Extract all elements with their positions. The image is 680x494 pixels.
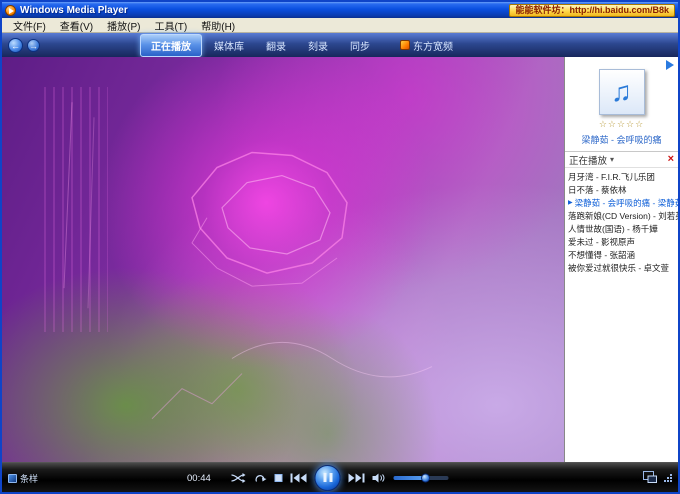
online-store-icon <box>400 40 410 50</box>
playlist-item-label: 不想懂得 - 张韶涵 <box>568 249 635 261</box>
resize-grip[interactable] <box>663 470 673 488</box>
playback-controls <box>232 463 449 492</box>
playlist: 月牙湾 - F.I.R.飞儿乐团 日不落 - 蔡依林 ▶梁静茹 - 会呼吸的痛 … <box>565 168 678 462</box>
playlist-item-current[interactable]: ▶梁静茹 - 会呼吸的痛 - 梁静茹 <box>565 196 678 209</box>
playlist-item-label: 梁静茹 - 会呼吸的痛 - 梁静茹 <box>575 197 678 209</box>
titlebar[interactable]: Windows Media Player 能能软件坊：http://hi.bai… <box>2 2 678 18</box>
music-note-icon: ♫ <box>611 78 632 106</box>
stop-icon <box>275 474 283 482</box>
viz-options-button[interactable]: 条样 <box>8 472 38 485</box>
pause-icon <box>329 473 332 482</box>
playlist-item-label: 爱未过 - 影视原声 <box>568 236 635 248</box>
playlist-header-title[interactable]: 正在播放 <box>569 153 607 167</box>
titlebar-ad-banner[interactable]: 能能软件坊：http://hi.baidu.com/B8k <box>509 4 675 17</box>
menu-bar: 文件(F) 查看(V) 播放(P) 工具(T) 帮助(H) <box>2 18 678 33</box>
wmp-logo-icon <box>5 5 16 16</box>
volume-knob[interactable] <box>421 473 430 482</box>
shuffle-button[interactable] <box>232 473 246 483</box>
playlist-item-label: 人情世故(国语) - 杨千嬅 <box>568 223 658 235</box>
pause-icon <box>323 473 326 482</box>
playlist-item-label: 落跑新娘(CD Version) - 刘若英 <box>568 210 678 222</box>
playlist-item-label: 被你爱过就很快乐 - 卓文萱 <box>568 262 669 274</box>
tab-online-store[interactable]: 东方宽频 <box>390 35 463 56</box>
media-info-arrow-icon[interactable] <box>666 60 674 70</box>
forward-button[interactable]: → <box>27 39 40 52</box>
playlist-item[interactable]: 不想懂得 - 张韶涵 <box>565 248 678 261</box>
tab-burn[interactable]: 刻录 <box>298 35 338 56</box>
chevron-down-icon[interactable]: ▾ <box>610 155 614 164</box>
tab-library[interactable]: 媒体库 <box>204 35 254 56</box>
stop-button[interactable] <box>275 474 283 482</box>
online-store-label: 东方宽频 <box>413 38 453 53</box>
wmp-window: Windows Media Player 能能软件坊：http://hi.bai… <box>0 0 680 494</box>
viz-electric-arcs <box>2 57 564 462</box>
feature-taskbar: ← → 正在播放 媒体库 翻录 刻录 同步 东方宽频 <box>2 33 678 57</box>
repeat-button[interactable] <box>254 473 267 483</box>
playlist-item[interactable]: 月牙湾 - F.I.R.飞儿乐团 <box>565 170 678 183</box>
playlist-item[interactable]: 被你爱过就很快乐 - 卓文萱 <box>565 261 678 274</box>
close-playlist-icon[interactable]: × <box>668 154 674 165</box>
tab-rip[interactable]: 翻录 <box>256 35 296 56</box>
tab-sync[interactable]: 同步 <box>340 35 380 56</box>
menu-help[interactable]: 帮助(H) <box>194 18 242 33</box>
pause-button[interactable] <box>315 465 341 491</box>
window-title: Windows Media Player <box>20 5 128 16</box>
back-button[interactable]: ← <box>8 38 23 53</box>
viz-options-icon <box>8 474 17 483</box>
viz-options-label: 条样 <box>20 472 38 485</box>
menu-view[interactable]: 查看(V) <box>53 18 100 33</box>
mute-button[interactable] <box>373 473 386 483</box>
menu-play[interactable]: 播放(P) <box>100 18 147 33</box>
menu-tools[interactable]: 工具(T) <box>147 18 194 33</box>
playlist-item-label: 日不落 - 蔡依林 <box>568 184 627 196</box>
media-info-panel: ♫ ☆☆☆☆☆ 梁静茹 - 会呼吸的痛 正在播放 ▾ × 月牙湾 - F.I.R… <box>564 57 678 462</box>
playlist-item[interactable]: 爱未过 - 影视原声 <box>565 235 678 248</box>
visualization-canvas[interactable] <box>2 57 564 462</box>
menu-file[interactable]: 文件(F) <box>6 18 53 33</box>
rating-stars[interactable]: ☆☆☆☆☆ <box>569 119 674 130</box>
elapsed-time: 00:44 <box>187 473 211 484</box>
track-title-link[interactable]: 梁静茹 - 会呼吸的痛 <box>569 133 674 146</box>
playlist-item[interactable]: 日不落 - 蔡依林 <box>565 183 678 196</box>
volume-slider[interactable] <box>394 476 449 480</box>
previous-button[interactable] <box>291 473 307 483</box>
playlist-header: 正在播放 ▾ × <box>565 152 678 168</box>
playlist-item[interactable]: 人情世故(国语) - 杨千嬅 <box>565 222 678 235</box>
playlist-item[interactable]: 落跑新娘(CD Version) - 刘若英 <box>565 209 678 222</box>
now-playing-marker-icon: ▶ <box>568 199 573 206</box>
switch-to-skin-mode-button[interactable] <box>643 470 657 488</box>
next-button[interactable] <box>349 473 365 483</box>
transport-bar: 条样 00:44 <box>2 462 678 492</box>
album-art: ♫ <box>599 69 645 115</box>
tab-now-playing[interactable]: 正在播放 <box>140 34 202 57</box>
playlist-item-label: 月牙湾 - F.I.R.飞儿乐团 <box>568 171 655 183</box>
media-info-section: ♫ ☆☆☆☆☆ 梁静茹 - 会呼吸的痛 <box>565 57 678 152</box>
